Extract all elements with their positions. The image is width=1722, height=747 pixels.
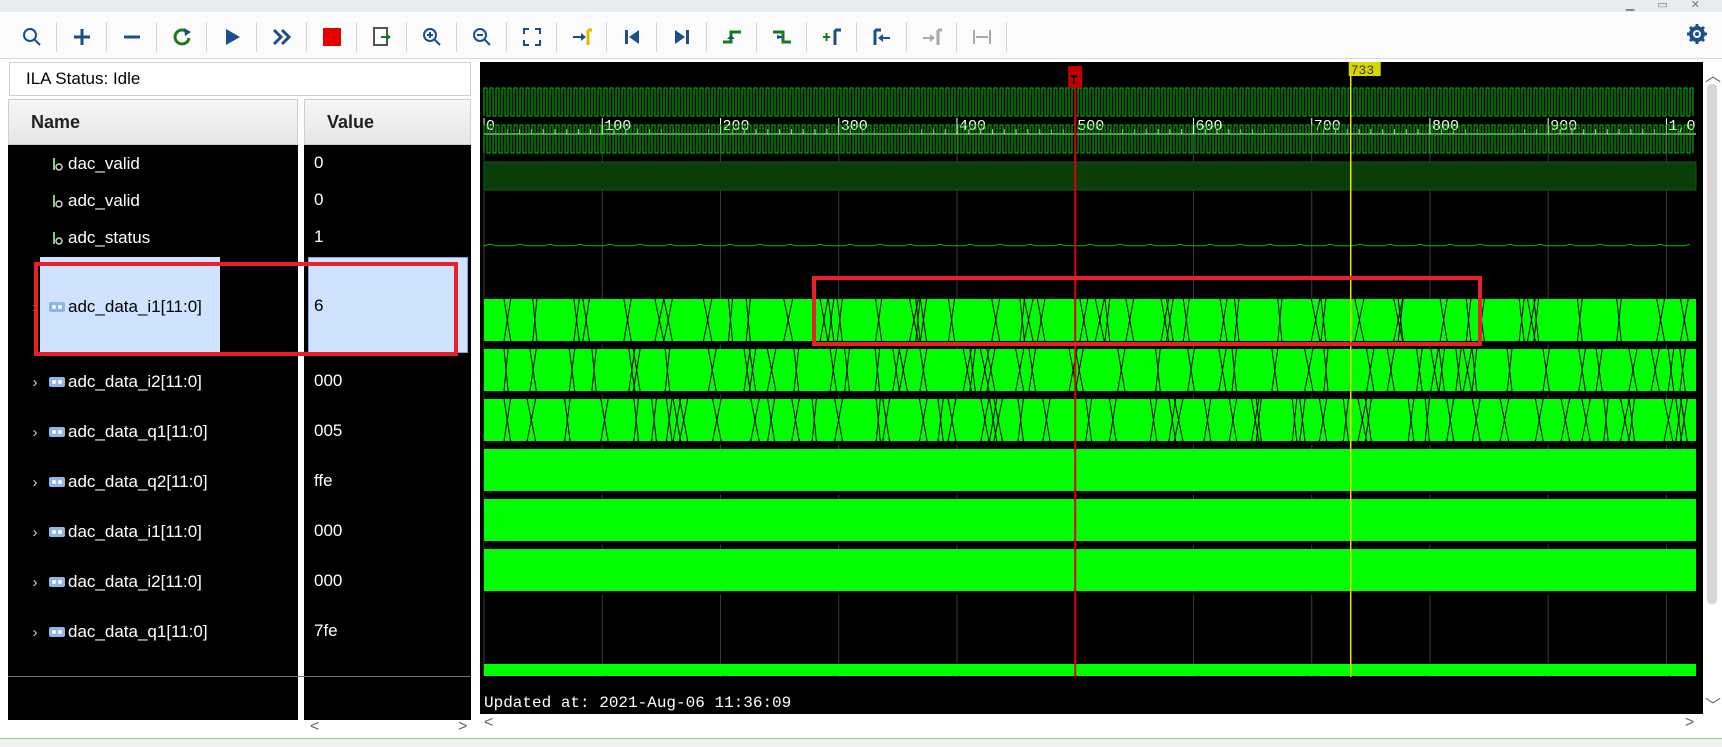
waveform-viewer[interactable]: 0 100 200 300 400 500 600 700 800 900 1,0 T 733 (480, 62, 1703, 714)
signal-name: adc_valid (68, 191, 140, 210)
signal-row[interactable]: › adc_data_q1[11:0] (8, 420, 298, 444)
bus-waveform (484, 549, 1696, 591)
stop-icon[interactable] (316, 21, 348, 53)
next-transition-icon[interactable] (766, 21, 798, 53)
value-column-header[interactable]: Value (304, 99, 471, 145)
bus-signal-icon (46, 525, 68, 539)
signal-name: dac_data_q1[11:0] (68, 622, 208, 641)
export-icon[interactable] (366, 21, 398, 53)
vscroll-thumb[interactable] (1707, 84, 1717, 604)
signal-row[interactable]: › adc_data_i2[11:0] (8, 370, 298, 394)
minus-icon[interactable] (116, 21, 148, 53)
trigger-label: T (1070, 73, 1078, 87)
signal-value: ffe (314, 471, 333, 490)
next-marker-icon[interactable] (916, 21, 948, 53)
refresh-icon[interactable] (166, 21, 198, 53)
signal-value: 000 (314, 371, 343, 390)
title-strip: ▁ ▭ ✕ (0, 0, 1722, 12)
signal-name: adc_status (68, 228, 151, 247)
signal-name: adc_data_q2[11:0] (68, 472, 208, 491)
go-to-start-icon[interactable] (616, 21, 648, 53)
signal-value: 0 (314, 153, 324, 172)
bus-waveform (484, 449, 1696, 491)
add-marker-icon[interactable] (816, 21, 848, 53)
bit-signal-icon (46, 156, 68, 172)
updated-timestamp: Updated at: 2021-Aug-06 11:36:09 (484, 694, 792, 712)
signal-row[interactable]: adc_valid (8, 189, 298, 213)
bit-waveform-high (483, 161, 1697, 191)
previous-transition-icon[interactable] (716, 21, 748, 53)
ruler-tick-label: 800 (1432, 118, 1459, 135)
annotation-box-signal (34, 262, 458, 356)
signal-value: 0 (314, 190, 324, 209)
signal-value: 1 (314, 227, 324, 246)
ruler-tick-label: 600 (1195, 118, 1222, 135)
signal-list-hscrollbar[interactable]: < > (8, 718, 471, 736)
gear-icon[interactable] (1686, 23, 1708, 50)
scroll-up-icon[interactable]: ︿ (1705, 62, 1721, 86)
swap-cursors-icon[interactable] (966, 21, 998, 53)
waveform-hscrollbar[interactable]: < > (480, 714, 1703, 736)
signal-row[interactable]: › dac_data_i1[11:0] (8, 520, 298, 544)
bit-signal-icon (46, 230, 68, 246)
signal-row[interactable]: adc_status (8, 226, 298, 250)
bus-signal-icon (46, 625, 68, 639)
signal-value: 7fe (314, 621, 338, 640)
fast-forward-icon[interactable] (266, 21, 298, 53)
signal-value: 000 (314, 521, 343, 540)
ruler-tick-label: 100 (604, 118, 631, 135)
name-column-header[interactable]: Name (8, 99, 298, 145)
play-icon[interactable] (216, 21, 248, 53)
scroll-right-icon[interactable]: > (458, 718, 467, 736)
bus-waveform-partial (484, 664, 1696, 676)
ila-status: ILA Status: Idle (9, 62, 471, 96)
bus-waveform (484, 399, 1696, 441)
go-to-cursor-icon[interactable] (566, 21, 598, 53)
cursor-label: 733 (1351, 63, 1374, 78)
wave-scroll-left-icon[interactable]: < (484, 714, 493, 732)
bus-signal-icon (46, 575, 68, 589)
waveform-canvas[interactable]: 0 100 200 300 400 500 600 700 800 900 1,0T733 (480, 62, 1703, 714)
toolbar (0, 14, 1722, 59)
search-icon[interactable] (16, 21, 48, 53)
signal-row[interactable]: dac_valid (8, 152, 298, 176)
ruler-tick-label: 300 (841, 118, 868, 135)
expand-chevron-icon[interactable]: › (24, 374, 46, 391)
signal-name: adc_data_i2[11:0] (68, 372, 202, 391)
signal-value: 000 (314, 571, 343, 590)
expand-chevron-icon[interactable]: › (24, 524, 46, 541)
signal-row[interactable]: › dac_data_i2[11:0] (8, 570, 298, 594)
plus-icon[interactable] (66, 21, 98, 53)
zoom-in-icon[interactable] (416, 21, 448, 53)
scroll-down-icon[interactable]: ﹀ (1705, 692, 1721, 716)
bus-signal-icon (46, 425, 68, 439)
bus-signal-icon (46, 475, 68, 489)
zoom-fit-icon[interactable] (516, 21, 548, 53)
go-to-end-icon[interactable] (666, 21, 698, 53)
expand-chevron-icon[interactable]: › (24, 574, 46, 591)
signal-name: adc_data_q1[11:0] (68, 422, 208, 441)
signal-value: 005 (314, 421, 343, 440)
scroll-left-icon[interactable]: < (310, 718, 319, 736)
signal-row[interactable]: › dac_data_q1[11:0] (8, 620, 298, 644)
annotation-box-wave (812, 276, 1482, 346)
expand-chevron-icon[interactable]: › (24, 624, 46, 641)
expand-chevron-icon[interactable]: › (24, 474, 46, 491)
bus-waveform-analog (483, 243, 1691, 247)
window-controls[interactable]: ▁ ▭ ✕ (1626, 0, 1710, 11)
expand-chevron-icon[interactable]: › (24, 424, 46, 441)
signal-name: dac_data_i1[11:0] (68, 522, 202, 541)
zoom-out-icon[interactable] (466, 21, 498, 53)
signal-name: dac_valid (68, 154, 140, 173)
bit-waveform (483, 87, 1694, 117)
signal-row[interactable]: › adc_data_q2[11:0] (8, 470, 298, 494)
bus-waveform (484, 499, 1696, 541)
signal-name: dac_data_i2[11:0] (68, 572, 202, 591)
previous-marker-icon[interactable] (866, 21, 898, 53)
bus-signal-icon (46, 375, 68, 389)
wave-scroll-right-icon[interactable]: > (1685, 714, 1694, 732)
bit-signal-icon (46, 193, 68, 209)
